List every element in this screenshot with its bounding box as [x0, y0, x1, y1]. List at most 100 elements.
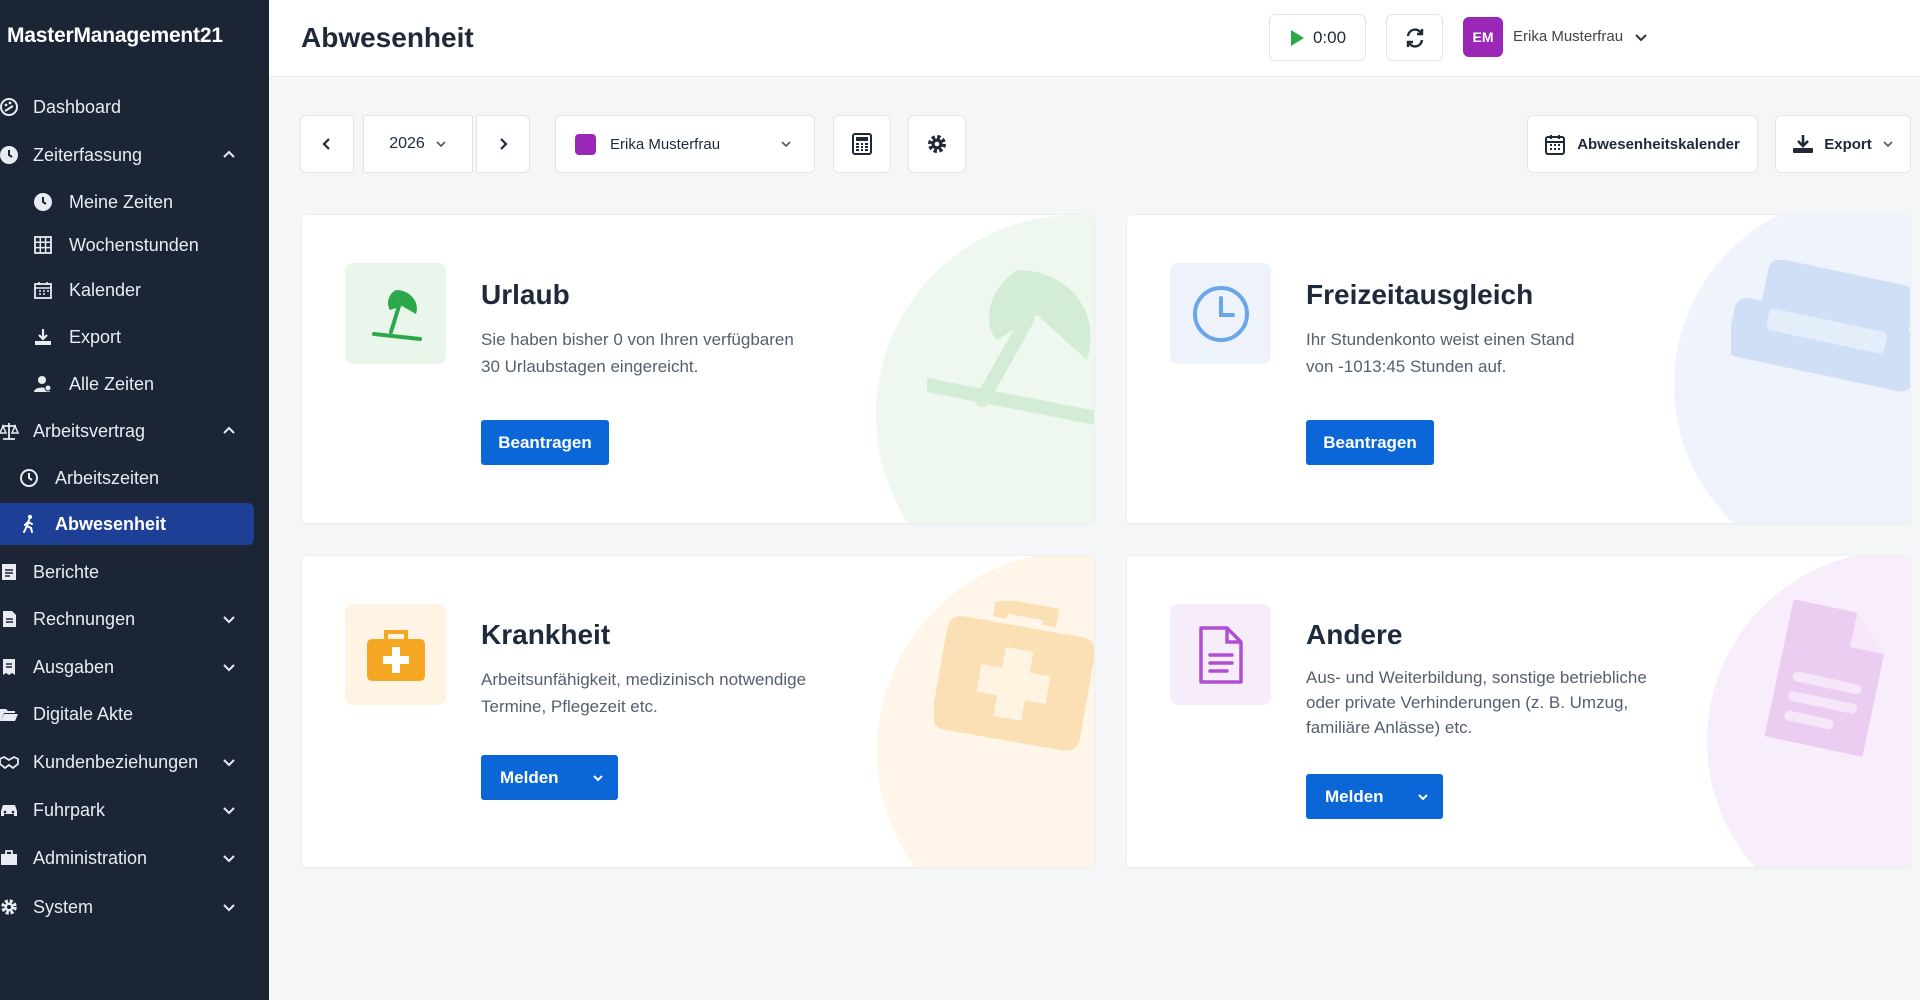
sidebar-item-administration[interactable]: Administration [0, 837, 254, 879]
sidebar-item-digitale-akte[interactable]: Digitale Akte [0, 693, 254, 735]
sidebar: MasterManagement21 Dashboard Zeiterfassu… [0, 0, 269, 1000]
settings-button[interactable] [908, 115, 966, 173]
invoice-icon [0, 608, 20, 630]
melden-dropdown-toggle[interactable] [578, 755, 618, 800]
andere-melden-button[interactable]: Melden [1306, 774, 1443, 819]
user-color-swatch [575, 133, 596, 155]
button-label: Melden [500, 767, 559, 787]
sidebar-item-label: Alle Zeiten [69, 373, 155, 394]
card-andere: Andere Aus- und Weiterbildung, sonstige … [1126, 555, 1911, 868]
car-icon [0, 799, 20, 821]
brand-logo: MasterManagement21 [7, 24, 223, 47]
card-text-line: von -1013:45 Stunden auf. [1306, 357, 1507, 376]
users-icon [32, 373, 54, 395]
first-aid-kit-icon [366, 629, 425, 681]
sidebar-item-meine-zeiten[interactable]: Meine Zeiten [0, 181, 254, 223]
card-title: Krankheit [481, 619, 611, 650]
couch-icon [1731, 260, 1910, 392]
timer-button[interactable]: 0:00 [1269, 14, 1366, 61]
folder-open-icon [0, 703, 20, 725]
card-text-line: Termine, Pflegezeit etc. [481, 697, 658, 716]
handshake-icon [0, 751, 20, 773]
sidebar-item-alle-zeiten[interactable]: Alle Zeiten [0, 363, 254, 405]
card-text-line: Arbeitsunfähigkeit, medizinisch notwendi… [481, 670, 807, 689]
umbrella-beach-icon [927, 270, 1094, 425]
freizeit-icon-tile [1170, 263, 1271, 364]
calendar-icon [32, 279, 54, 301]
sidebar-item-label: Digitale Akte [33, 703, 134, 724]
sidebar-item-kundenbeziehungen[interactable]: Kundenbeziehungen [0, 741, 254, 783]
gear-icon [0, 896, 20, 918]
card-text-line: Aus- und Weiterbildung, sonstige betrieb… [1306, 668, 1647, 687]
top-bar: Abwesenheit [269, 0, 1920, 77]
sidebar-item-label: Wochenstunden [69, 234, 199, 255]
user-select-value: Erika Musterfrau [610, 135, 721, 153]
document-icon [1764, 599, 1885, 757]
absence-calendar-label: Abwesenheitskalender [1577, 135, 1740, 153]
year-dropdown[interactable]: 2026 [363, 115, 473, 173]
calendar-icon [1545, 134, 1566, 155]
avatar[interactable]: EM [1463, 17, 1503, 57]
chevron-down-icon [223, 616, 235, 624]
sidebar-item-arbeitsvertrag[interactable]: Arbeitsvertrag [0, 410, 254, 452]
chevron-up-icon [223, 426, 235, 434]
sidebar-item-export[interactable]: Export [0, 316, 254, 358]
card-text-line: 30 Urlaubstagen eingereicht. [481, 357, 699, 376]
calculator-icon [852, 133, 872, 155]
sidebar-item-zeiterfassung[interactable]: Zeiterfassung [0, 134, 254, 176]
sidebar-item-label: Dashboard [33, 96, 122, 117]
card-text-line: Ihr Stundenkonto weist einen Stand [1306, 330, 1575, 349]
export-label: Export [1824, 135, 1872, 153]
receipt-icon [0, 656, 20, 678]
refresh-button[interactable] [1386, 14, 1443, 61]
sidebar-item-label: Berichte [33, 561, 100, 582]
sidebar-item-system[interactable]: System [0, 886, 254, 928]
chevron-up-icon [223, 150, 235, 158]
card-text-line: familiäre Anlässe) etc. [1306, 718, 1473, 737]
user-name[interactable]: Erika Musterfrau [1513, 28, 1623, 45]
scale-icon [0, 420, 20, 442]
play-icon [1290, 29, 1304, 46]
sidebar-item-label: Arbeitsvertrag [33, 420, 146, 441]
andere-icon-tile [1170, 604, 1271, 705]
absence-calendar-button[interactable]: Abwesenheitskalender [1527, 115, 1758, 173]
sidebar-item-label: Administration [33, 847, 148, 868]
export-button[interactable]: Export [1775, 115, 1911, 173]
next-year-button[interactable] [476, 115, 530, 173]
sidebar-item-berichte[interactable]: Berichte [0, 551, 254, 593]
briefcase-icon [0, 847, 20, 869]
sidebar-item-label: Arbeitszeiten [55, 467, 160, 488]
sidebar-item-rechnungen[interactable]: Rechnungen [0, 598, 254, 640]
sidebar-item-ausgaben[interactable]: Ausgaben [0, 646, 254, 688]
card-text-line: Sie haben bisher 0 von Ihren verfügbaren [481, 330, 794, 349]
sidebar-item-label: Abwesenheit [55, 513, 167, 534]
sidebar-item-label: Kalender [69, 279, 142, 300]
previous-year-button[interactable] [300, 115, 354, 173]
card-title: Andere [1306, 619, 1403, 650]
card-freizeitausgleich: Freizeitausgleich Ihr Stundenkonto weist… [1126, 214, 1911, 524]
chevron-down-icon [223, 807, 235, 815]
sidebar-item-dashboard[interactable]: Dashboard [0, 86, 254, 128]
sidebar-item-arbeitszeiten[interactable]: Arbeitszeiten [0, 457, 254, 499]
chevron-right-icon [500, 138, 508, 150]
urlaub-beantragen-button[interactable]: Beantragen [481, 420, 609, 465]
chevron-down-icon[interactable] [1634, 30, 1648, 44]
krankheit-melden-button[interactable]: Melden [481, 755, 618, 800]
year-value: 2026 [389, 135, 425, 152]
freizeit-beantragen-button[interactable]: Beantragen [1306, 420, 1434, 465]
calculator-button[interactable] [833, 115, 891, 173]
card-krankheit: Krankheit Arbeitsunfähigkeit, medizinisc… [301, 555, 1095, 868]
sidebar-item-kalender[interactable]: Kalender [0, 269, 254, 311]
user-select[interactable]: Erika Musterfrau [555, 115, 815, 173]
report-icon [0, 561, 20, 583]
melden-dropdown-toggle[interactable] [1403, 774, 1443, 819]
button-label: Beantragen [498, 432, 592, 452]
walking-icon [18, 513, 40, 535]
first-aid-kit-icon [934, 601, 1094, 751]
timer-value: 0:00 [1312, 27, 1347, 47]
grid-icon [32, 234, 54, 256]
sidebar-item-wochenstunden[interactable]: Wochenstunden [0, 224, 254, 266]
sidebar-item-abwesenheit[interactable]: Abwesenheit [0, 503, 254, 545]
card-title: Freizeitausgleich [1306, 279, 1534, 310]
sidebar-item-fuhrpark[interactable]: Fuhrpark [0, 789, 254, 831]
